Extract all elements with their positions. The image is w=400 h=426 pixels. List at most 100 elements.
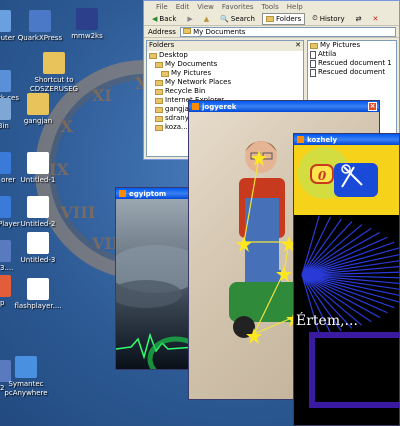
desktop-icon[interactable]: Untitled-2	[6, 196, 70, 229]
address-bar: Address My Documents	[144, 26, 399, 38]
file-item[interactable]: My Pictures	[308, 41, 396, 50]
menu-view[interactable]: View	[197, 3, 214, 11]
file-item-label: My Pictures	[320, 41, 361, 49]
kozhely-badge: 0	[317, 169, 327, 183]
desktop-icon-image	[0, 70, 11, 92]
desktop-icon-image	[27, 232, 49, 254]
folder-icon	[155, 106, 163, 113]
desktop-icon-image	[27, 278, 49, 300]
folder-icon	[155, 79, 163, 86]
desktop-icon-label: gangjan	[23, 117, 53, 125]
folder-icon	[155, 88, 163, 95]
folder-icon	[161, 70, 169, 77]
folders-pane-close-icon[interactable]: ✕	[295, 41, 301, 51]
menu-favorites[interactable]: Favorites	[222, 3, 254, 11]
document-icon	[310, 68, 316, 77]
egyiptom-title-bar[interactable]: egyiptom	[116, 188, 194, 199]
tree-item[interactable]: My Documents	[147, 60, 303, 69]
search-icon: 🔍	[220, 14, 229, 23]
tree-item-label: Recycle Bin	[165, 87, 206, 95]
desktop-icon-label: Untitled-2	[20, 220, 56, 228]
desktop-icon[interactable]: flashplayer....	[6, 278, 70, 311]
close-icon[interactable]: ×	[368, 102, 377, 111]
up-folder-icon: ▲	[203, 14, 210, 23]
desktop-icon-image	[76, 8, 98, 30]
back-button[interactable]: ◀ Back	[148, 13, 180, 25]
folders-pane-header: Folders ✕	[147, 41, 303, 51]
folder-icon	[155, 124, 163, 131]
tree-item[interactable]: Desktop	[147, 51, 303, 60]
forward-arrow-icon: ▶	[187, 14, 193, 23]
delete-button[interactable]: ✕	[368, 13, 382, 25]
move-to-icon: ⇄	[355, 14, 362, 23]
tree-item-label: My Documents	[165, 60, 218, 68]
desktop-icon-image	[27, 152, 49, 174]
kozhely-caption: Értem,...	[296, 313, 358, 329]
folder-icon	[155, 61, 163, 68]
search-button[interactable]: 🔍 Search	[216, 13, 259, 25]
kozhely-image: 0 Értem,...	[294, 145, 399, 425]
desktop-icon-image	[29, 10, 51, 32]
tree-item-label: koza...	[165, 123, 188, 131]
menu-help[interactable]: Help	[287, 3, 303, 11]
file-item-label: Rescued document 1	[318, 59, 392, 67]
address-folder-icon	[182, 27, 191, 34]
desktop-icon-label: Symantec pcAnywhere	[4, 380, 48, 397]
file-item[interactable]: Rescued document 1	[308, 59, 396, 68]
up-folder-button[interactable]: ▲	[200, 13, 213, 25]
kozhely-title: kozhely	[307, 135, 338, 144]
clock-numeral: XI	[92, 85, 112, 105]
address-field[interactable]: My Documents	[179, 26, 396, 37]
file-item[interactable]: Attila	[308, 50, 396, 59]
jogyerek-title: jogyerek	[202, 102, 237, 111]
folders-button[interactable]: Folders	[261, 12, 306, 25]
document-icon	[310, 59, 316, 68]
jogyerek-title-bar[interactable]: jogyerek ×	[189, 101, 379, 112]
menu-file[interactable]: File	[156, 3, 168, 11]
desktop-icon-label: 6273....	[0, 264, 14, 272]
desktop-icon-label: Untitled-3	[20, 256, 56, 264]
image-icon	[119, 190, 126, 197]
folder-icon	[149, 52, 157, 59]
menu-tools[interactable]: Tools	[262, 3, 279, 11]
desktop-icon-label: mmw2ks	[71, 32, 103, 40]
kozhely-window[interactable]: kozhely 0 Értem,...	[293, 133, 400, 426]
tree-item[interactable]: My Pictures	[147, 69, 303, 78]
toolbar: ◀ Back ▶ ▲ 🔍 Search Folders ⏲ History ⇄ ✕	[144, 12, 399, 26]
desktop-icon-image	[43, 52, 65, 74]
desktop-icon-label: flashplayer....	[14, 302, 62, 310]
desktop-icon[interactable]: Untitled-3	[6, 232, 70, 265]
image-icon	[297, 136, 304, 143]
desktop-icon-label: Untitled-1	[20, 176, 56, 184]
desktop-icon[interactable]: gangjan	[6, 93, 70, 126]
history-button[interactable]: ⏲ History	[308, 12, 348, 25]
file-item-label: Attila	[318, 50, 337, 58]
move-to-button[interactable]: ⇄	[352, 13, 366, 25]
back-arrow-icon: ◀	[152, 14, 158, 23]
tree-item[interactable]: My Network Places	[147, 78, 303, 87]
tree-item-label: My Network Places	[165, 78, 232, 86]
document-icon	[310, 50, 316, 59]
desktop-icon[interactable]: mmw2ks	[55, 8, 119, 41]
folder-icon	[155, 115, 163, 122]
menu-bar: File Edit View Favorites Tools Help	[144, 1, 399, 12]
kozhely-title-bar[interactable]: kozhely	[294, 134, 399, 145]
folder-icon	[155, 97, 163, 104]
folder-icon	[265, 15, 274, 22]
address-label: Address	[148, 27, 176, 36]
image-icon	[192, 103, 199, 110]
desktop-icon[interactable]: Untitled-1	[6, 152, 70, 185]
folders-pane-title: Folders	[149, 41, 175, 49]
desktop-icon[interactable]: Symantec pcAnywhere	[0, 356, 58, 398]
history-icon: ⏲	[312, 14, 318, 22]
delete-icon: ✕	[372, 14, 379, 23]
egyiptom-window[interactable]: egyiptom	[115, 187, 195, 370]
desktop-icon-image	[27, 196, 49, 218]
egyiptom-title: egyiptom	[129, 189, 167, 198]
file-item[interactable]: Rescued document	[308, 68, 396, 77]
menu-edit[interactable]: Edit	[176, 3, 190, 11]
tree-item-label: sdrany	[165, 114, 189, 122]
forward-button[interactable]: ▶	[183, 13, 196, 25]
desktop-icon-image	[15, 356, 37, 378]
tree-item[interactable]: Recycle Bin	[147, 87, 303, 96]
